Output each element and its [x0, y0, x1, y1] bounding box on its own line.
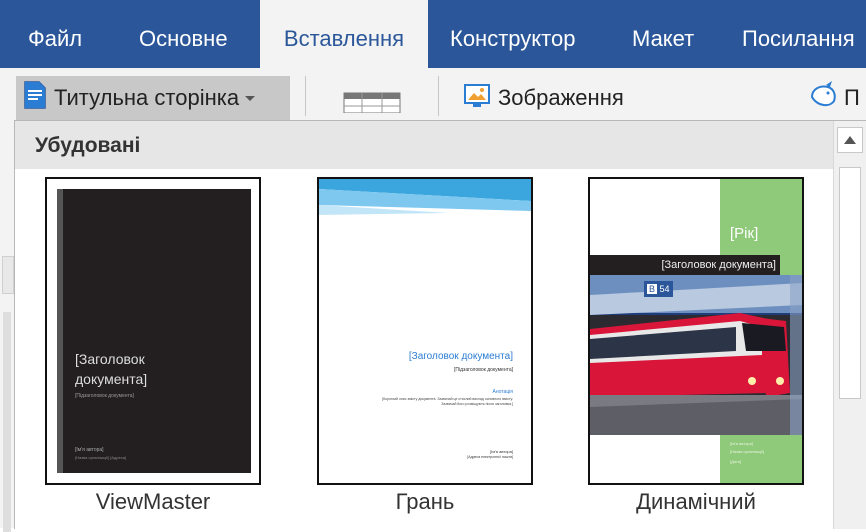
cover-page-label: Титульна сторінка — [54, 85, 240, 110]
facet-preview: [Заголовок документа] [Підзаголовок доку… — [319, 179, 531, 483]
viewmaster-title: [Заголовок документа] — [75, 349, 147, 389]
facet-abstract-text-1: [Короткий опис змісту документа. Зазвича… — [382, 397, 513, 401]
document-background-strip — [0, 122, 14, 532]
gallery-caption-viewmaster: ViewMaster — [95, 489, 211, 514]
facet-email: [Адреса електронної пошти] — [467, 455, 513, 459]
train-sign: B 54 — [644, 281, 673, 297]
motion-company: [Назва організації] — [730, 449, 765, 454]
facet-header-band — [319, 179, 531, 215]
motion-year: [Рік] — [730, 225, 759, 242]
gallery-item-facet[interactable]: [Заголовок документа] [Підзаголовок доку… — [317, 177, 533, 485]
cover-page-gallery: Убудовані [Заголовок документа] [Підзаго… — [14, 120, 866, 529]
ruler-marker — [2, 256, 14, 294]
tab-insert[interactable]: Вставлення — [260, 0, 428, 68]
bird-icon — [806, 79, 840, 117]
viewmaster-title-line2: документа] — [75, 371, 148, 387]
picture-icon — [462, 80, 492, 116]
table-button[interactable] — [342, 76, 406, 120]
viewmaster-title-line1: [Заголовок — [75, 351, 145, 367]
scroll-up-button[interactable] — [837, 127, 863, 153]
facet-abstract-text-2: Зазвичай його розміщують після заголовка… — [441, 402, 513, 406]
partial-toolbar-button[interactable]: П — [806, 76, 866, 120]
facet-subtitle: [Підзаголовок документа] — [454, 367, 513, 373]
gallery-section-header: Убудовані — [15, 121, 833, 169]
facet-abstract-label: Анотація — [492, 389, 513, 395]
tab-layout[interactable]: Макет — [632, 0, 694, 68]
viewmaster-preview: [Заголовок документа] [Підзаголовок доку… — [57, 189, 251, 473]
viewmaster-subtitle: [Підзаголовок документа] — [75, 393, 134, 399]
gallery-item-motion[interactable]: [Рік] [Заголовок документа] B 54 [Ім'я а… — [588, 177, 804, 485]
scroll-thumb[interactable] — [839, 167, 861, 399]
chevron-down-icon — [245, 95, 256, 101]
motion-preview: [Рік] [Заголовок документа] B 54 [Ім'я а… — [590, 179, 802, 483]
viewmaster-author: [Ім'я автора] — [75, 447, 104, 453]
cover-page-button[interactable]: Титульна сторінка — [16, 76, 290, 120]
pictures-button[interactable]: Зображення — [462, 76, 652, 120]
pictures-label: Зображення — [498, 85, 624, 110]
viewmaster-side-bar — [57, 189, 63, 473]
gallery-scrollbar[interactable] — [833, 121, 866, 529]
motion-title-bar: [Заголовок документа] — [590, 255, 780, 275]
partial-toolbar-label: П — [844, 85, 860, 110]
cover-page-icon — [24, 81, 46, 115]
motion-author: [Ім'я автора] — [730, 441, 753, 446]
facet-title: [Заголовок документа] — [408, 351, 513, 362]
tab-references[interactable]: Посилання — [742, 0, 855, 68]
facet-author: [Ім'я автора] — [490, 449, 513, 454]
tab-design[interactable]: Конструктор — [450, 0, 575, 68]
motion-title: [Заголовок документа] — [661, 259, 776, 271]
gallery-item-viewmaster[interactable]: [Заголовок документа] [Підзаголовок доку… — [45, 177, 261, 485]
ribbon-toolbar: Титульна сторінка Зображення П — [0, 68, 866, 122]
vertical-ruler — [3, 312, 11, 532]
train-sign-letter: B — [647, 284, 658, 294]
viewmaster-meta: [Назва організації] [Адреса] — [75, 455, 127, 460]
gallery-caption-motion: Динамічний — [636, 489, 756, 514]
tab-file[interactable]: Файл — [28, 0, 82, 68]
motion-date: [Дата] — [730, 459, 742, 464]
tab-home[interactable]: Основне — [139, 0, 228, 68]
train-sign-number: 54 — [659, 284, 670, 294]
gallery-caption-facet: Грань — [395, 489, 455, 514]
toolbar-separator — [438, 76, 439, 116]
ribbon-tab-bar: Файл Основне Вставлення Конструктор Маке… — [0, 0, 866, 68]
toolbar-separator — [305, 76, 306, 116]
table-icon — [342, 77, 402, 119]
train-photo — [590, 275, 802, 435]
